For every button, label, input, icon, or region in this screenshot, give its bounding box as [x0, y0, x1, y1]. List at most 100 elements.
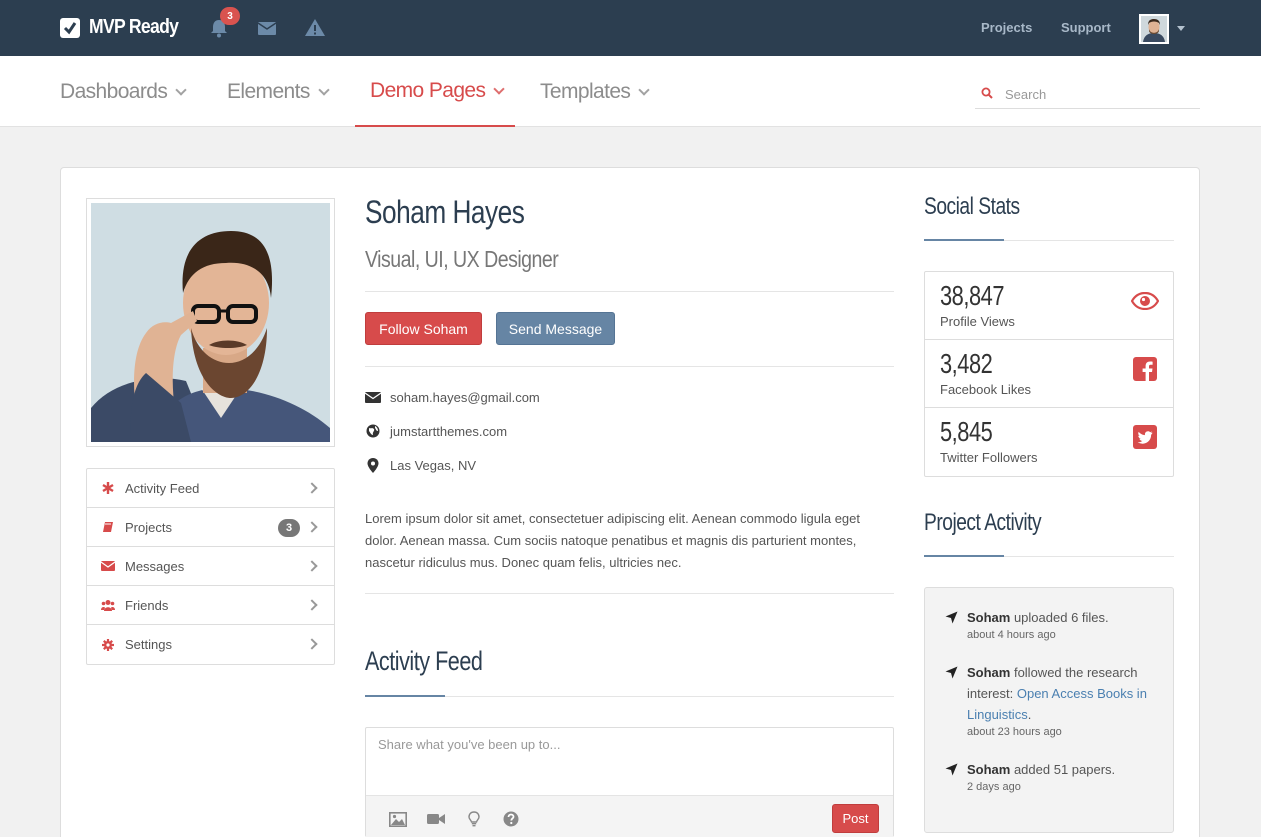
stat-profile-views: 38,847 Profile Views [925, 272, 1173, 340]
brand-logo[interactable]: MVP Ready [60, 16, 190, 39]
stat-label: Facebook Likes [940, 382, 1032, 397]
profile-sidenav: Activity Feed Projects 3 Messages Friend… [86, 468, 335, 665]
share-input[interactable] [366, 728, 893, 795]
nav-label: Demo Pages [370, 78, 486, 102]
title-underline [924, 555, 1174, 557]
user-avatar[interactable] [1139, 14, 1169, 44]
activity-text: added 51 papers. [1010, 762, 1116, 777]
stat-label: Profile Views [940, 314, 1015, 329]
search-icon [981, 87, 993, 102]
chevron-right-icon [306, 482, 318, 494]
search-box [975, 80, 1200, 109]
share-box: Post [365, 727, 894, 837]
facebook-icon [1131, 356, 1159, 382]
sidebar-item-label: Messages [125, 558, 185, 574]
sidebar-item-friends[interactable]: Friends [87, 586, 334, 625]
divider [365, 291, 894, 292]
profile-bio: Lorem ipsum dolor sit amet, consectetuer… [365, 511, 860, 570]
group-icon [101, 598, 115, 612]
location-arrow-icon [945, 666, 959, 680]
divider [365, 593, 894, 594]
brand-name: MVP Ready [89, 16, 179, 38]
sidebar-item-activity-feed[interactable]: Activity Feed [87, 469, 334, 508]
sidebar-item-label: Projects [125, 519, 172, 535]
lightbulb-icon[interactable] [464, 810, 484, 828]
follow-button[interactable]: Follow Soham [365, 312, 482, 345]
nav-templates[interactable]: Templates [540, 56, 650, 127]
video-icon[interactable] [426, 810, 446, 828]
image-icon[interactable] [388, 810, 408, 828]
nav-label: Dashboards [60, 79, 168, 103]
activity-item: Soham followed the research interest: Op… [945, 662, 1160, 738]
stat-twitter-followers: 5,845 Twitter Followers [925, 408, 1173, 476]
location-row: Las Vegas, NV [365, 457, 476, 473]
social-stats-panel: 38,847 Profile Views 3,482 Facebook Like… [924, 271, 1174, 477]
top-bar: MVP Ready 3 Projects Support [0, 0, 1261, 56]
activity-time: about 23 hours ago [967, 726, 1062, 738]
nav-label: Templates [540, 79, 631, 103]
check-square-icon [60, 17, 80, 38]
question-icon[interactable] [501, 810, 521, 828]
chevron-down-icon [638, 83, 650, 96]
nav-demo-pages[interactable]: Demo Pages [355, 56, 515, 127]
project-activity-panel: Soham uploaded 6 files. about 4 hours ag… [924, 587, 1174, 833]
activity-time: about 4 hours ago [967, 629, 1056, 641]
nav-label: Elements [227, 79, 310, 103]
stat-facebook-likes: 3,482 Facebook Likes [925, 340, 1173, 408]
post-button[interactable]: Post [832, 804, 879, 833]
eye-icon [1131, 288, 1159, 314]
social-stats-title: Social Stats [924, 193, 1020, 220]
chevron-right-icon [306, 599, 318, 611]
envelope-icon[interactable] [256, 17, 278, 39]
location-text: Las Vegas, NV [390, 457, 476, 473]
sidebar-item-settings[interactable]: Settings [87, 625, 334, 664]
chevron-down-icon [318, 83, 330, 96]
asterisk-icon [101, 481, 115, 495]
activity-feed-title: Activity Feed [365, 646, 483, 676]
stat-value: 3,482 [940, 348, 993, 379]
sidebar-item-projects[interactable]: Projects 3 [87, 508, 334, 547]
activity-user[interactable]: Soham [967, 665, 1010, 680]
sidebar-item-messages[interactable]: Messages [87, 547, 334, 586]
sidebar-item-label: Settings [125, 637, 172, 652]
profile-role: Visual, UI, UX Designer [365, 246, 559, 272]
envelope-icon [365, 389, 381, 405]
location-arrow-icon [945, 763, 959, 777]
profile-name: Soham Hayes [365, 194, 525, 230]
gear-icon [101, 638, 115, 652]
profile-photo [86, 198, 335, 447]
chevron-down-icon [175, 83, 187, 96]
search-input[interactable] [1005, 86, 1185, 102]
sidebar-item-label: Activity Feed [125, 480, 200, 496]
chevron-down-icon[interactable] [1177, 26, 1185, 31]
projects-count-badge: 3 [278, 519, 300, 537]
chevron-right-icon [306, 638, 318, 650]
notification-badge: 3 [220, 7, 240, 25]
envelope-icon [101, 559, 115, 573]
book-icon [101, 520, 115, 534]
location-arrow-icon [945, 611, 959, 625]
website-link[interactable]: jumstartthemes.com [390, 424, 507, 439]
top-link-support[interactable]: Support [1061, 20, 1111, 35]
stat-label: Twitter Followers [940, 450, 1038, 465]
top-link-projects[interactable]: Projects [981, 20, 1032, 35]
email-link[interactable]: soham.hayes@gmail.com [390, 390, 540, 405]
twitter-icon [1131, 424, 1159, 450]
stat-value: 5,845 [940, 416, 993, 447]
title-underline [365, 695, 894, 697]
chevron-right-icon [306, 521, 318, 533]
activity-time: 2 days ago [967, 781, 1021, 793]
nav-elements[interactable]: Elements [227, 56, 330, 127]
globe-icon [365, 423, 381, 439]
title-underline [924, 239, 1174, 241]
map-pin-icon [365, 457, 381, 473]
activity-user[interactable]: Soham [967, 762, 1010, 777]
activity-item: Soham added 51 papers. 2 days ago [945, 759, 1160, 793]
nav-dashboards[interactable]: Dashboards [60, 56, 187, 127]
warning-icon[interactable] [304, 17, 326, 39]
website-row: jumstartthemes.com [365, 423, 507, 439]
send-message-button[interactable]: Send Message [496, 312, 615, 345]
activity-user[interactable]: Soham [967, 610, 1010, 625]
stat-value: 38,847 [940, 280, 1004, 311]
divider [365, 366, 894, 367]
